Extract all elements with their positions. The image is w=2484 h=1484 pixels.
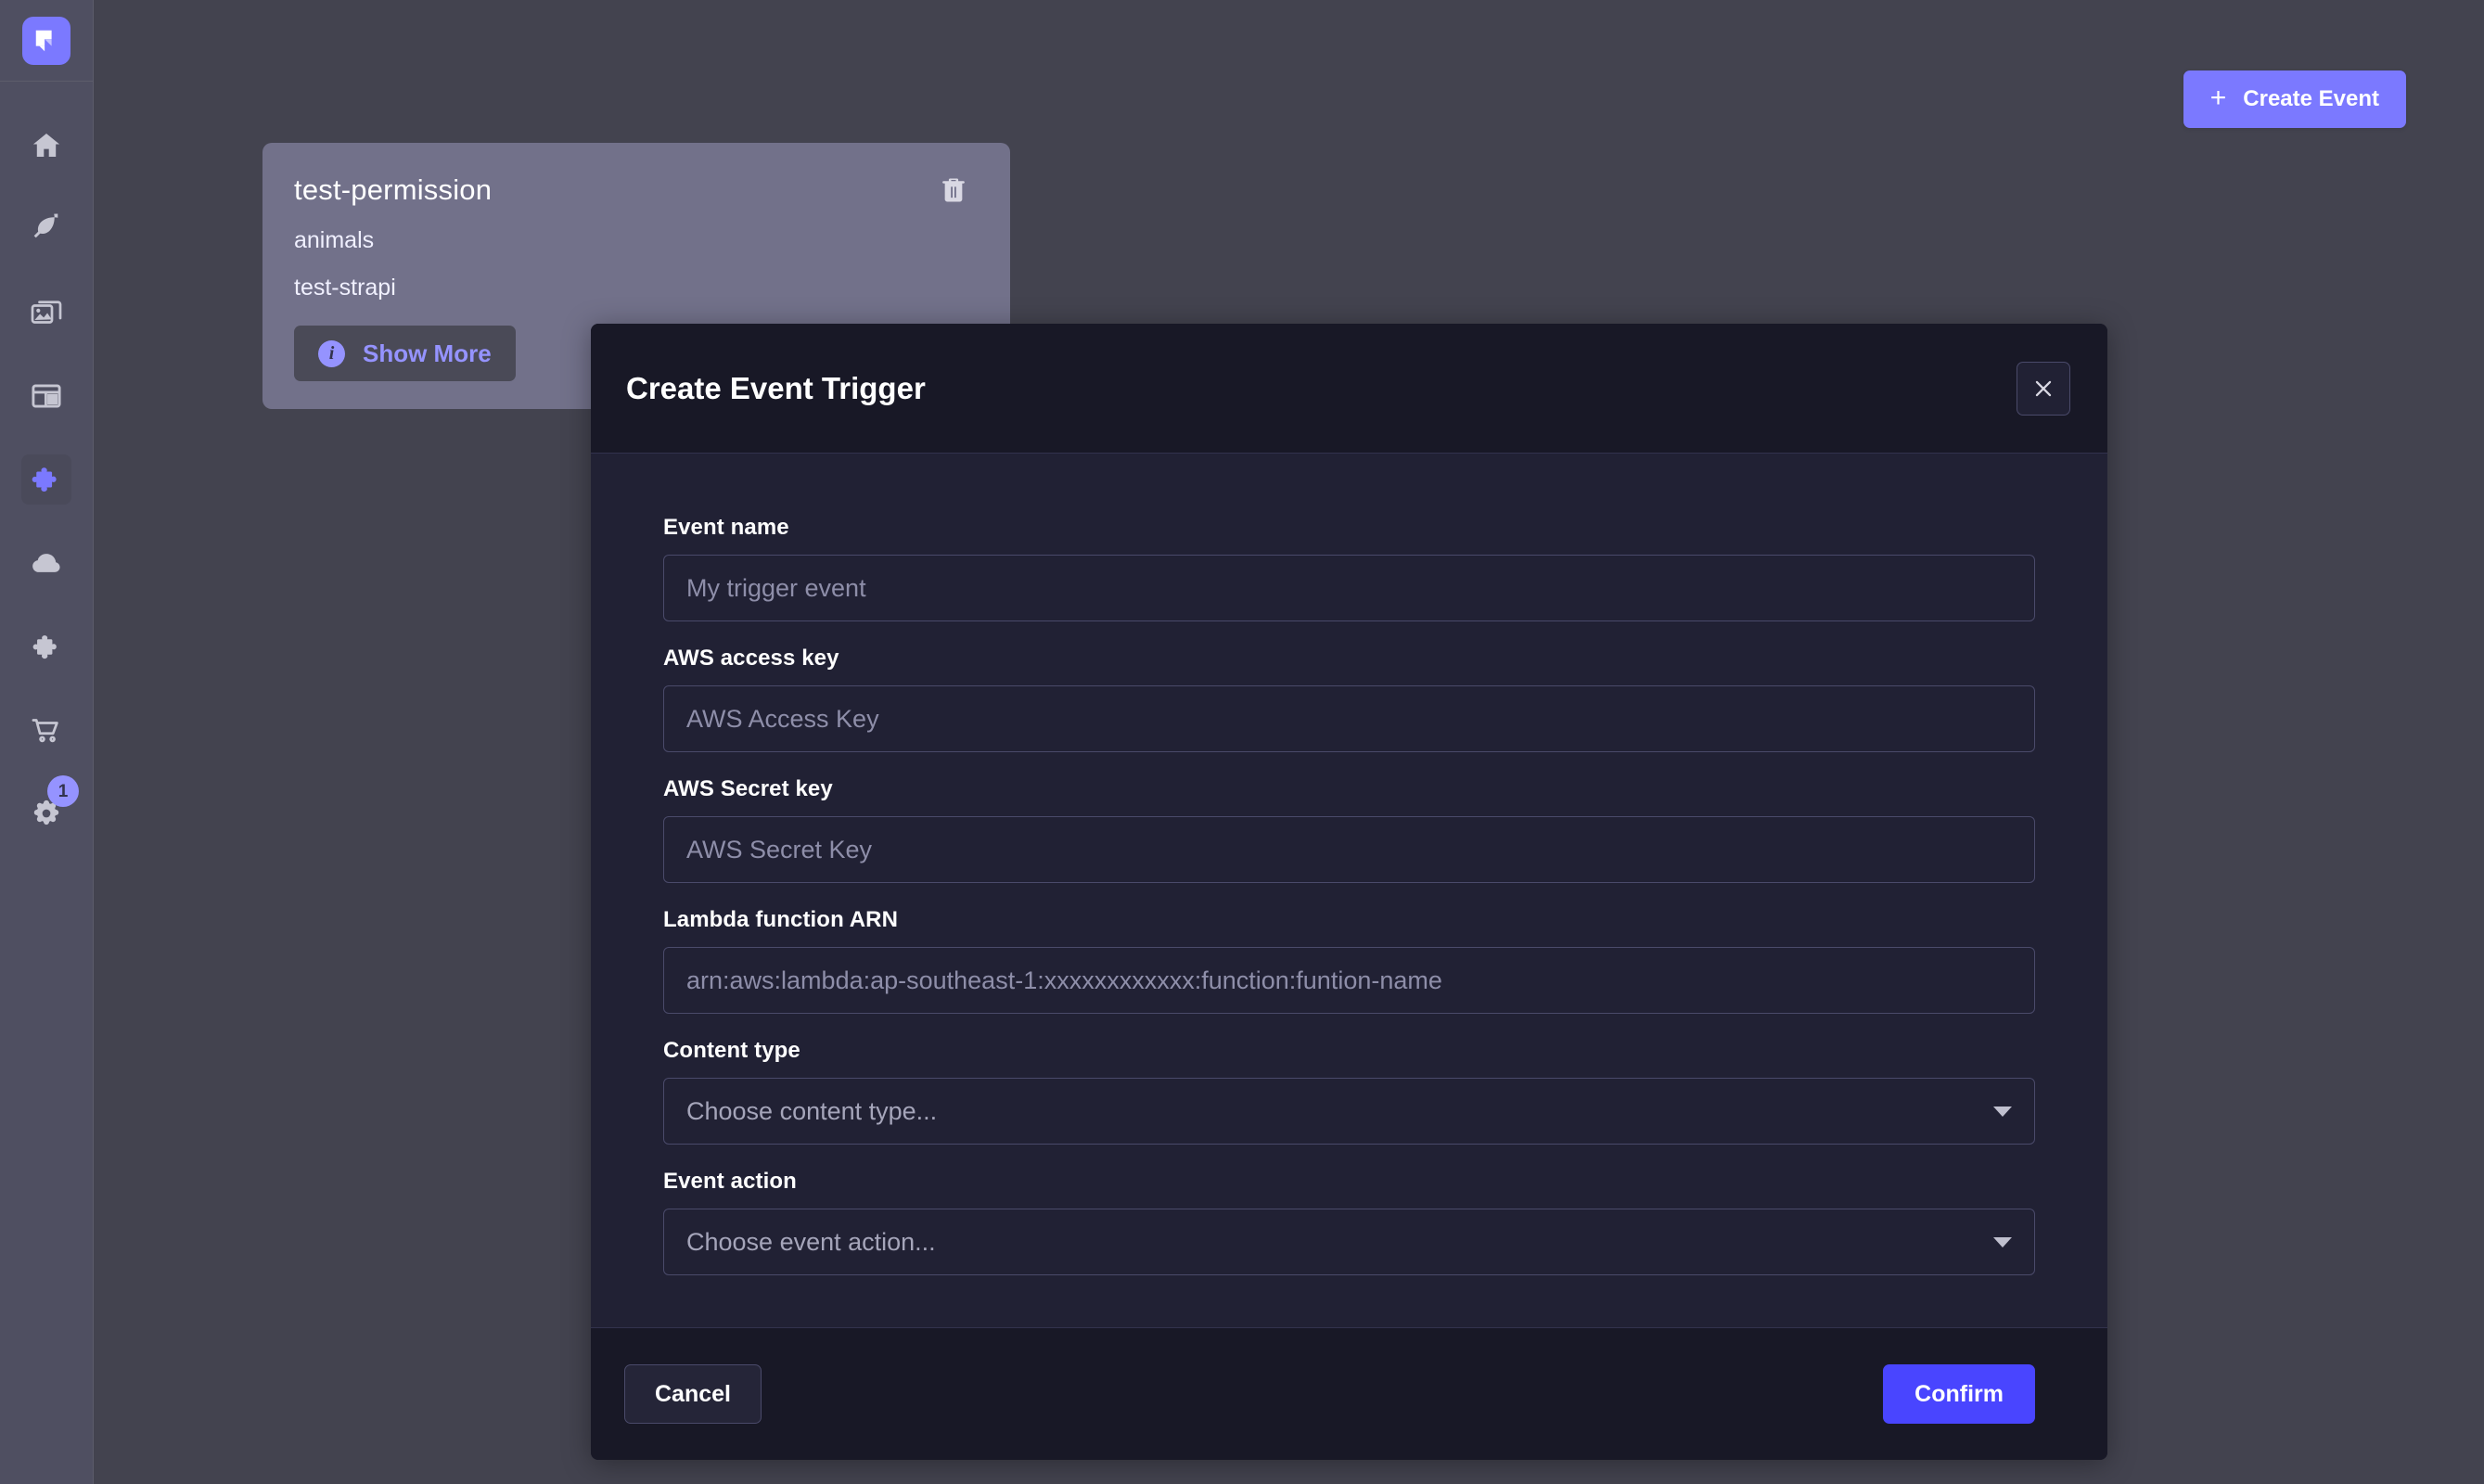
field-content-type: Content type Choose content type...	[663, 1038, 2035, 1145]
trash-icon	[942, 178, 965, 202]
chevron-down-icon	[1993, 1236, 2012, 1247]
field-event-action: Event action Choose event action...	[663, 1169, 2035, 1275]
label-content-type: Content type	[663, 1038, 800, 1063]
event-card-content-type: animals	[294, 227, 375, 253]
sidebar-item-settings[interactable]: 1	[21, 775, 79, 838]
confirm-button[interactable]: Confirm	[1883, 1364, 2035, 1424]
logo-container	[0, 0, 93, 82]
sidebar-item-cloud[interactable]	[21, 538, 71, 588]
field-aws-access-key: AWS access key	[663, 646, 2035, 752]
settings-badge: 1	[47, 775, 79, 807]
modal-title: Create Event Trigger	[626, 370, 926, 405]
cart-icon	[32, 719, 58, 743]
modal-header: Create Event Trigger	[591, 324, 2107, 454]
plus-icon: +	[2209, 82, 2227, 113]
chevron-down-icon	[1993, 1106, 2012, 1117]
layout-icon	[32, 384, 61, 408]
aws-secret-key-input[interactable]	[663, 816, 2035, 883]
create-event-label: Create Event	[2243, 86, 2379, 111]
puzzle-alt-icon	[32, 634, 57, 659]
content-type-select[interactable]: Choose content type...	[663, 1078, 2035, 1145]
event-action-select[interactable]: Choose event action...	[663, 1209, 2035, 1275]
app-root: 1 + Create Event test-permission animals…	[0, 0, 2484, 1484]
field-aws-secret-key: AWS Secret key	[663, 776, 2035, 883]
strapi-logo-icon	[35, 30, 52, 51]
label-aws-access-key: AWS access key	[663, 646, 839, 671]
info-icon: i	[318, 339, 345, 367]
event-card-title: test-permission	[294, 173, 493, 206]
event-action-select-value: Choose event action...	[686, 1227, 936, 1256]
sidebar-item-marketplace[interactable]	[21, 621, 71, 672]
sidebar: 1	[0, 0, 94, 1484]
modal-footer: Cancel Confirm	[591, 1327, 2107, 1460]
sidebar-item-media[interactable]	[21, 288, 71, 338]
puzzle-icon	[32, 467, 57, 493]
sidebar-item-home[interactable]	[21, 121, 71, 171]
label-aws-secret-key: AWS Secret key	[663, 776, 833, 801]
sidebar-item-content[interactable]	[21, 204, 71, 254]
delete-event-button[interactable]	[934, 171, 973, 210]
cloud-icon	[32, 554, 60, 572]
aws-access-key-input[interactable]	[663, 685, 2035, 752]
show-more-button[interactable]: i Show More	[294, 326, 516, 381]
content-type-select-value: Choose content type...	[686, 1096, 938, 1125]
label-lambda-arn: Lambda function ARN	[663, 907, 898, 932]
sidebar-item-content-type[interactable]	[21, 371, 71, 421]
sidebar-item-shop[interactable]	[21, 705, 71, 755]
lambda-arn-input[interactable]	[663, 947, 2035, 1014]
strapi-logo[interactable]	[22, 16, 70, 65]
sidebar-nav: 1	[0, 82, 93, 838]
field-event-name: Event name	[663, 515, 2035, 621]
show-more-label: Show More	[363, 339, 492, 367]
sidebar-item-plugins[interactable]	[21, 454, 71, 505]
create-event-trigger-modal: Create Event Trigger Event name AWS acce…	[591, 324, 2107, 1460]
field-lambda-arn: Lambda function ARN	[663, 907, 2035, 1014]
label-event-name: Event name	[663, 515, 789, 540]
event-name-input[interactable]	[663, 555, 2035, 621]
create-event-button[interactable]: + Create Event	[2183, 70, 2406, 128]
modal-close-button[interactable]	[2017, 361, 2070, 416]
close-icon	[2035, 380, 2052, 396]
home-icon	[32, 133, 60, 157]
cancel-button[interactable]: Cancel	[624, 1364, 762, 1424]
label-event-action: Event action	[663, 1169, 797, 1194]
event-card-event-name: test-strapi	[294, 275, 396, 301]
feather-icon	[33, 213, 58, 238]
main-content: + Create Event test-permission animals t…	[94, 0, 2484, 1484]
modal-body: Event name AWS access key AWS Secret key…	[591, 454, 2107, 1327]
images-icon	[31, 301, 62, 324]
